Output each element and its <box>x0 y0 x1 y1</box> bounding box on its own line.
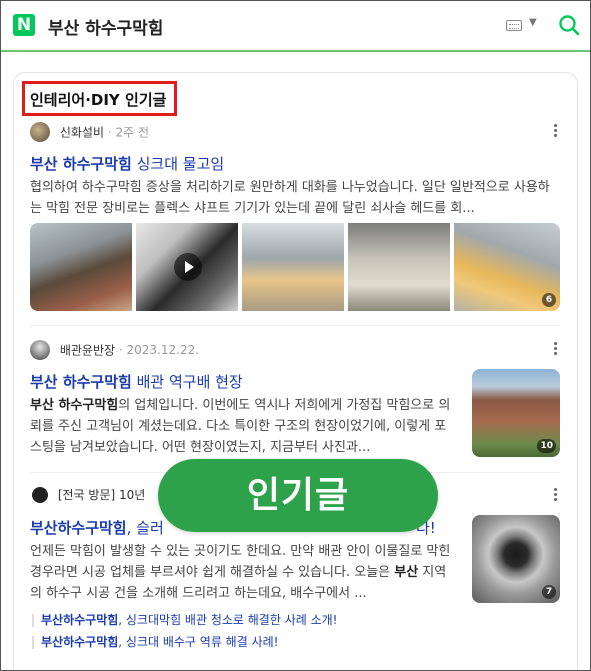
author-name[interactable]: 배관윤반장 <box>60 344 115 358</box>
thumbnail-image[interactable] <box>30 223 132 311</box>
link-text: , 싱크대 배수구 역류 해결 사례! <box>118 635 279 649</box>
title-highlight: 부산 하수구막힘 <box>30 155 132 173</box>
desc-highlight: 부산 <box>394 565 419 580</box>
post-meta: [전국 방문] 10년 <box>30 486 145 506</box>
thumbnail-image[interactable] <box>348 223 450 311</box>
image-strip[interactable]: 6 <box>30 223 560 311</box>
avatar[interactable] <box>30 340 50 360</box>
author-name[interactable]: 신화설비 <box>60 126 104 140</box>
post-title[interactable]: 부산 하수구막힘 싱크대 물고임 <box>30 153 224 174</box>
naver-logo[interactable]: N <box>13 14 35 36</box>
divider <box>30 325 560 326</box>
link-text: , 싱크대막힘 배관 청소로 해결한 사례 소개! <box>118 613 338 627</box>
title-text: , 슬러 <box>126 519 164 537</box>
thumbnail-image[interactable]: 10 <box>472 369 560 457</box>
title-highlight: 부산 하수구막힘 <box>30 373 132 391</box>
avatar[interactable] <box>30 122 50 142</box>
play-icon[interactable] <box>174 253 202 281</box>
section-title: 인테리어·DIY 인기글 <box>22 81 177 116</box>
keyboard-icon[interactable] <box>506 20 522 31</box>
related-link[interactable]: 부산하수구막힘, 싱크대막힘 배관 청소로 해결한 사례 소개! <box>30 609 560 631</box>
link-highlight: 부산하수구막힘 <box>41 613 119 627</box>
post-description: 언제든 막힘이 발생할 수 있는 곳이기도 한데요. 만약 배관 안이 이물질로… <box>30 541 458 607</box>
title-text: 싱크대 물고임 <box>131 155 225 173</box>
post-time: 2023.12.22. <box>126 343 200 357</box>
desc-text: 언제든 막힘이 발생할 수 있는 곳이기도 한데요. 만약 배관 안이 이물질로… <box>30 544 451 580</box>
thumbnail-image[interactable]: 6 <box>454 223 560 311</box>
more-options-icon[interactable] <box>554 342 558 356</box>
post-title[interactable]: 부산하수구막힘, 슬러 <box>30 517 164 538</box>
title-highlight: 부산하수구막힘 <box>30 519 127 537</box>
search-result-frame: N 부산 하수구막힘 ▼ 인테리어·DIY 인기글 신화설비 · 2주 전 부산… <box>0 0 591 671</box>
chevron-down-icon[interactable]: ▼ <box>529 17 537 28</box>
title-text: 배관 역구배 현장 <box>131 373 243 391</box>
more-options-icon[interactable] <box>554 488 558 502</box>
search-icon[interactable] <box>558 14 580 36</box>
post-description: 협의하여 하수구막힘 증상을 처리하기로 원만하게 대화를 나누었습니다. 일단… <box>30 180 550 216</box>
author-name[interactable]: [전국 방문] 10년 <box>58 488 145 502</box>
more-options-icon[interactable] <box>554 124 558 138</box>
popular-post-banner: 인기글 <box>158 459 438 532</box>
link-highlight: 부산하수구막힘 <box>41 635 119 649</box>
post-title[interactable]: 부산 하수구막힘 배관 역구배 현장 <box>30 371 243 392</box>
avatar[interactable] <box>32 486 48 503</box>
image-count-badge: 7 <box>542 585 556 599</box>
search-input[interactable]: 부산 하수구막힘 <box>48 14 163 39</box>
desc-highlight: 부산 하수구막힘 <box>30 398 119 413</box>
image-count-badge: 6 <box>542 293 556 307</box>
related-links: 부산하수구막힘, 싱크대막힘 배관 청소로 해결한 사례 소개! 부산하수구막힘… <box>30 609 560 653</box>
post-description: 부산 하수구막힘의 업체입니다. 이번에도 역시나 저희에게 가정집 막힘으로 … <box>30 395 458 461</box>
post-meta: 배관윤반장 · 2023.12.22. <box>30 340 199 360</box>
video-thumbnail[interactable] <box>136 223 238 311</box>
thumbnail-image[interactable] <box>242 223 344 311</box>
search-header: N 부산 하수구막힘 ▼ <box>1 1 590 52</box>
post-time: 2주 전 <box>115 125 149 140</box>
post-meta: 신화설비 · 2주 전 <box>30 122 149 142</box>
thumbnail-image[interactable]: 7 <box>472 515 560 603</box>
image-count-badge: 10 <box>537 439 556 453</box>
related-link[interactable]: 부산하수구막힘, 싱크대 배수구 역류 해결 사례! <box>30 631 560 653</box>
